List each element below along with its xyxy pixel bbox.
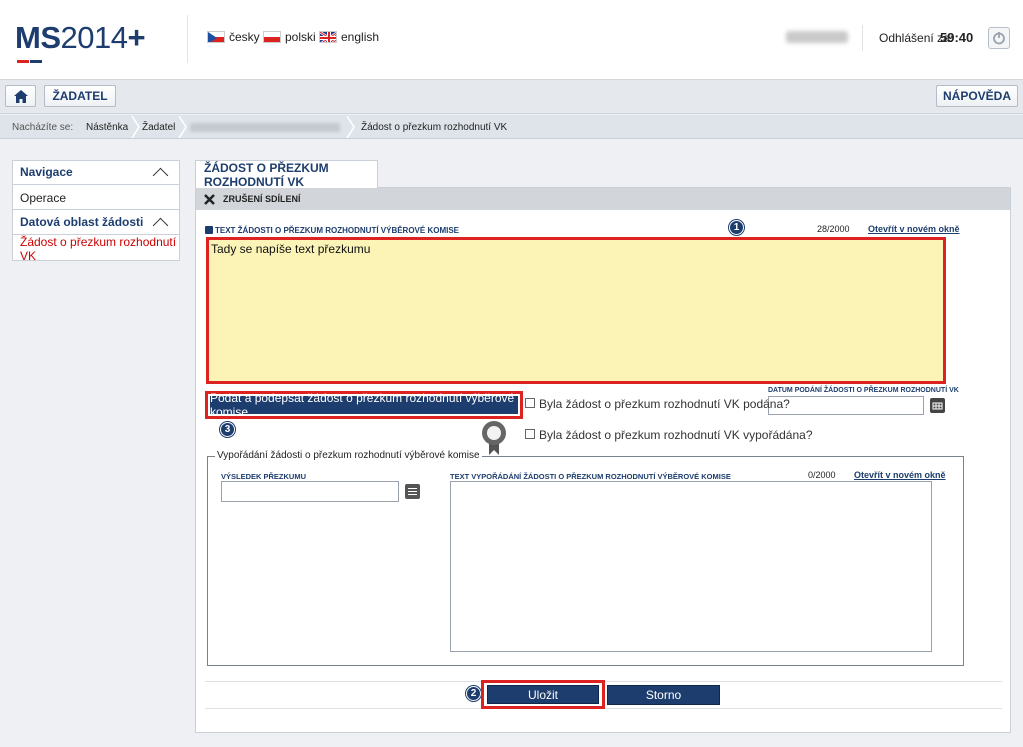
- nav-header-label: Navigace: [20, 165, 73, 179]
- breadcrumb-prefix: Nacházíte se:: [12, 122, 74, 133]
- save-button-frame[interactable]: Uložit: [481, 680, 605, 709]
- save-button[interactable]: Uložit: [487, 685, 599, 704]
- chevron-up-icon: [152, 217, 169, 234]
- breadcrumb-current: Žádost o přezkum rozhodnutí VK: [361, 122, 508, 133]
- lang-cesky-label: česky: [229, 30, 260, 44]
- cancel-sharing-bar[interactable]: ZRUŠENÍ SDÍLENÍ: [196, 188, 1010, 210]
- settlement-char-counter: 0/2000: [808, 470, 836, 480]
- home-button[interactable]: [5, 85, 36, 107]
- result-field-label: VÝSLEDEK PŘEZKUMU: [221, 472, 307, 481]
- breadcrumb-zadatel[interactable]: Žadatel: [142, 122, 175, 133]
- chevron-up-icon: [152, 167, 169, 184]
- ms2014-logo[interactable]: MS2014+: [15, 20, 146, 56]
- breadcrumb-nastenka[interactable]: Nástěnka: [86, 122, 128, 133]
- close-icon: [204, 193, 215, 205]
- sign-and-submit-button[interactable]: Podat a podepsat žádost o přezkum rozhod…: [205, 391, 523, 419]
- cancel-sharing-label: ZRUŠENÍ SDÍLENÍ: [223, 194, 301, 204]
- uk-flag-icon: [319, 31, 337, 43]
- settlement-text-label: TEXT VYPOŘÁDÁNÍ ŽÁDOSTI O PŘEZKUM ROZHOD…: [450, 472, 731, 481]
- nav-item-label: Operace: [20, 190, 67, 205]
- date-input[interactable]: [768, 396, 924, 415]
- list-picker-icon[interactable]: [405, 484, 420, 499]
- breadcrumb-separator-icon: [346, 116, 355, 138]
- tab-zadost-prezkum[interactable]: ŽÁDOST O PŘEZKUM ROZHODNUTÍ VK: [195, 160, 378, 189]
- nav-section-datova-oblast[interactable]: Datová oblast žádosti: [12, 210, 180, 235]
- zadatel-button[interactable]: ŽADATEL: [44, 85, 116, 107]
- header-divider: [187, 15, 188, 63]
- text-char-counter: 28/2000: [817, 224, 850, 234]
- open-new-window-link[interactable]: Otevřít v novém okně: [868, 224, 960, 234]
- step-badge-3: 3: [220, 422, 235, 437]
- nav-header[interactable]: Navigace: [12, 160, 180, 185]
- submitted-checkbox[interactable]: [525, 398, 535, 408]
- pl-flag-icon: [263, 31, 281, 43]
- header-divider-2: [862, 25, 863, 51]
- request-text-area[interactable]: Tady se napíše text přezkumu: [206, 237, 946, 384]
- logo-stripe: [17, 52, 57, 63]
- breadcrumb-separator-icon: [178, 116, 187, 138]
- breadcrumb-separator-icon: [131, 116, 140, 138]
- step-badge-1: 1: [729, 220, 744, 235]
- submitted-checkbox-label: Byla žádost o přezkum rozhodnutí VK podá…: [539, 397, 790, 411]
- header-bar: [0, 0, 1023, 80]
- signature-seal-icon: [482, 421, 506, 455]
- lang-cesky[interactable]: česky: [207, 30, 260, 44]
- logout-timer-value: 59:40: [940, 30, 974, 45]
- settlement-text-area[interactable]: [450, 481, 932, 652]
- calendar-icon[interactable]: [930, 398, 945, 413]
- nav-item-zadost-prezkum[interactable]: Žádost o přezkum rozhodnutí VK: [12, 234, 180, 263]
- top-toolbar: [0, 80, 1023, 114]
- lang-english[interactable]: english: [319, 30, 379, 44]
- result-input[interactable]: [221, 481, 399, 502]
- logo-plus: +: [127, 20, 146, 55]
- cz-flag-icon: [207, 31, 225, 43]
- home-icon: [13, 89, 28, 103]
- cancel-button[interactable]: Storno: [607, 685, 720, 705]
- user-name-blurred[interactable]: [786, 31, 848, 43]
- help-button[interactable]: NÁPOVĚDA: [936, 85, 1018, 107]
- lang-english-label: english: [341, 30, 380, 44]
- nav-section-label: Datová oblast žádosti: [20, 215, 144, 229]
- lang-polski[interactable]: polski: [263, 30, 316, 44]
- logout-button[interactable]: [988, 27, 1010, 49]
- step-badge-2: 2: [466, 686, 481, 701]
- breadcrumb-project-blurred[interactable]: [190, 123, 340, 132]
- logo-ms: MS: [15, 20, 61, 55]
- lang-polski-label: polski: [285, 30, 316, 44]
- info-icon: [205, 226, 213, 234]
- resolved-checkbox-label: Byla žádost o přezkum rozhodnutí VK vypo…: [539, 428, 813, 442]
- power-icon: [993, 32, 1005, 45]
- nav-item-operace[interactable]: Operace: [12, 186, 180, 210]
- nav-item-active-label: Žádost o přezkum rozhodnutí VK: [20, 234, 177, 263]
- date-field-label: DATUM PODÁNÍ ŽÁDOSTI O PŘEZKUM ROZHODNUT…: [768, 387, 959, 394]
- text-field-label: TEXT ŽÁDOSTI O PŘEZKUM ROZHODNUTÍ VÝBĚRO…: [215, 226, 460, 235]
- resolved-checkbox[interactable]: [525, 429, 535, 439]
- settlement-legend: Vypořádání žádosti o přezkum rozhodnutí …: [215, 450, 482, 461]
- sign-and-submit-label: Podat a podepsat žádost o přezkum rozhod…: [210, 391, 518, 419]
- logo-year: 2014: [60, 20, 128, 55]
- settlement-open-new-window-link[interactable]: Otevřít v novém okně: [854, 470, 946, 480]
